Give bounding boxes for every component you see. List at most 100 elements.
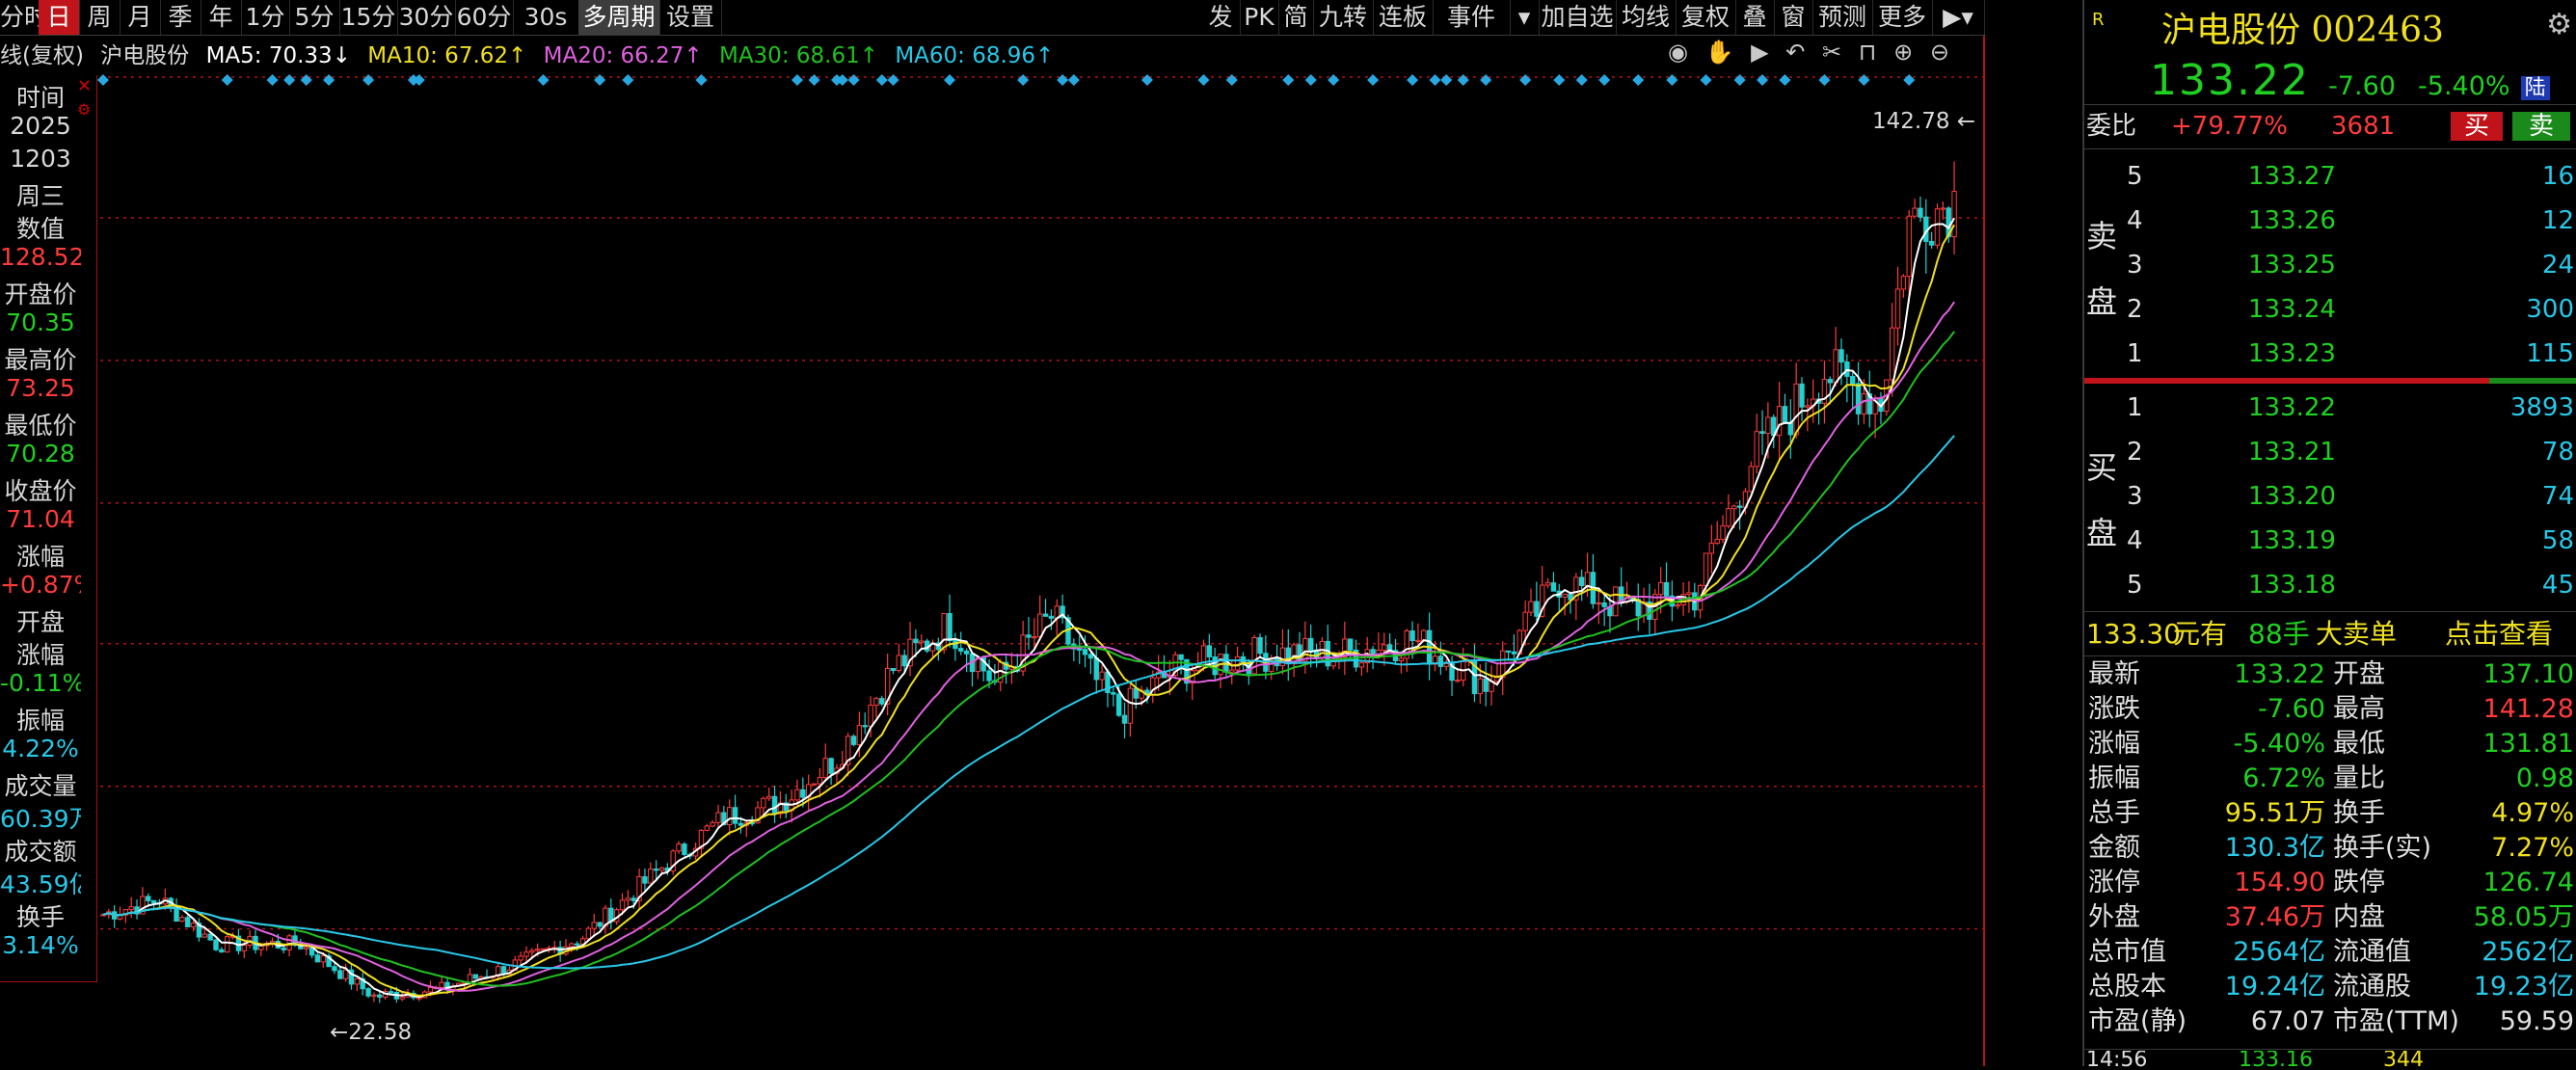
period-tab-13[interactable]: 设置	[659, 0, 722, 35]
bid-row[interactable]: 3 133.20 74	[2084, 474, 2576, 519]
period-tab-6[interactable]: 1分	[241, 0, 290, 35]
volume-value: 60.39万	[0, 805, 81, 833]
toolbar-item-2[interactable]: 简	[1278, 0, 1314, 35]
toolbar-item-8[interactable]: 复权	[1676, 0, 1736, 35]
toolbar-item-7[interactable]: 均线	[1616, 0, 1677, 35]
sell-button[interactable]: 卖	[2512, 112, 2570, 141]
toolbar-item-11[interactable]: 预测	[1812, 0, 1873, 35]
period-tab-11[interactable]: 30s	[513, 0, 579, 35]
stat-value: 126.74	[2482, 868, 2574, 897]
toolbar-item-9[interactable]: 叠	[1735, 0, 1775, 35]
event-marker	[1304, 74, 1317, 86]
kline-chart[interactable]: 149.46130.56111.4192.2673.3654.2135.0514…	[0, 0, 1986, 1066]
bid-level: 5	[2127, 571, 2143, 600]
candle	[314, 952, 321, 963]
candle	[371, 992, 377, 1003]
candle-body	[1048, 615, 1055, 619]
candle	[850, 734, 857, 747]
candle-body	[281, 947, 286, 950]
period-tab-7[interactable]: 5分	[289, 0, 340, 35]
period-tab-1[interactable]: 日	[39, 0, 80, 35]
candle	[1590, 553, 1597, 609]
event-marker	[323, 74, 335, 86]
candle	[1815, 392, 1822, 425]
gear-icon[interactable]: ⚙	[2546, 8, 2572, 41]
ask-row[interactable]: 5 133.27 16	[2084, 154, 2576, 199]
buy-button[interactable]: 买	[2451, 112, 2503, 141]
candle	[1663, 562, 1670, 599]
event-marker	[695, 74, 708, 86]
bid-row[interactable]: 4 133.19 58	[2084, 519, 2576, 563]
bid-price: 133.21	[2248, 438, 2336, 467]
candle-body	[1951, 191, 1957, 238]
candle	[1934, 203, 1941, 250]
ask-row[interactable]: 3 133.25 24	[2084, 243, 2576, 287]
bid-row[interactable]: 1 133.22 3893	[2084, 386, 2576, 430]
stat-value: 7.27%	[2491, 833, 2574, 863]
stock-name: 沪电股份	[2161, 11, 2301, 50]
close-icon[interactable]: ✕	[77, 78, 93, 95]
scissors-icon[interactable]: ✂	[1822, 39, 1841, 66]
ask-row[interactable]: 2 133.24 300	[2084, 287, 2576, 332]
more-arrow-icon[interactable]: ▶▾	[1932, 0, 1985, 35]
open-change-value: -0.11%	[0, 669, 81, 697]
candle-body	[377, 994, 383, 998]
period-tab-0[interactable]: 分时	[0, 0, 48, 35]
period-tab-5[interactable]: 年	[201, 0, 242, 35]
candle	[1647, 583, 1652, 634]
toolbar-item-3[interactable]: 九转	[1313, 0, 1374, 35]
stats-row: 最新 133.22 开盘 137.10	[2084, 657, 2576, 692]
bid-price: 133.18	[2248, 571, 2336, 600]
candle	[354, 977, 361, 992]
candle-body	[179, 917, 185, 923]
period-tab-9[interactable]: 30分	[397, 0, 456, 35]
candle	[1042, 599, 1049, 617]
zoom-in-icon[interactable]: ⊕	[1893, 39, 1913, 66]
eye-icon[interactable]: ◉	[1668, 39, 1688, 66]
event-dropdown-icon[interactable]: ▾	[1510, 0, 1540, 35]
period-tab-10[interactable]: 60分	[455, 0, 514, 35]
candle-body	[1675, 603, 1680, 607]
toolbar-item-10[interactable]: 窗	[1774, 0, 1813, 35]
candle	[817, 767, 823, 798]
play-icon[interactable]: ▶	[1751, 39, 1768, 66]
candle-body	[761, 797, 766, 809]
toolbar-item-12[interactable]: 更多	[1872, 0, 1933, 35]
ask-row[interactable]: 4 133.26 12	[2084, 199, 2576, 243]
toolbar-item-5[interactable]: 事件	[1433, 0, 1511, 35]
hand-icon[interactable]: ✋	[1705, 39, 1734, 66]
candle	[1771, 415, 1777, 448]
candle-body	[1657, 582, 1664, 596]
zoom-out-icon[interactable]: ⊖	[1930, 39, 1949, 66]
bid-row[interactable]: 5 133.18 45	[2084, 563, 2576, 607]
candle	[1754, 414, 1759, 474]
candle	[1844, 354, 1850, 403]
candle	[551, 941, 557, 953]
toolbar-item-4[interactable]: 连板	[1373, 0, 1434, 35]
lock-icon[interactable]: ⊓	[1859, 39, 1877, 66]
stat-label: 最新	[2088, 659, 2140, 689]
big-order-row[interactable]: 133.30 元有 88手 大卖单 点击查看	[2084, 615, 2576, 654]
candle	[1382, 632, 1387, 666]
period-tab-3[interactable]: 月	[120, 0, 161, 35]
toolbar-item-0[interactable]: 发	[1201, 0, 1241, 35]
settings-icon[interactable]: ⚙	[77, 102, 93, 118]
period-tab-4[interactable]: 季	[160, 0, 201, 35]
candle	[337, 966, 343, 979]
candle	[1076, 635, 1083, 664]
period-tab-12[interactable]: 多周期	[578, 0, 660, 35]
big-order-action[interactable]: 点击查看	[2445, 615, 2553, 654]
bid-row[interactable]: 2 133.21 78	[2084, 430, 2576, 474]
undo-icon[interactable]: ↶	[1785, 39, 1805, 66]
candle-body	[1505, 650, 1512, 653]
candle-body	[704, 825, 711, 831]
toolbar-item-1[interactable]: PK	[1240, 0, 1279, 35]
high-value: 73.25	[6, 374, 75, 402]
ask-row[interactable]: 1 133.23 115	[2084, 332, 2576, 376]
toolbar-item-6[interactable]: 加自选	[1539, 0, 1617, 35]
candle	[1111, 687, 1116, 707]
stat-value: 67.07	[2250, 1006, 2325, 1036]
candle-body	[1455, 680, 1461, 682]
period-tab-8[interactable]: 15分	[339, 0, 398, 35]
period-tab-2[interactable]: 周	[79, 0, 121, 35]
